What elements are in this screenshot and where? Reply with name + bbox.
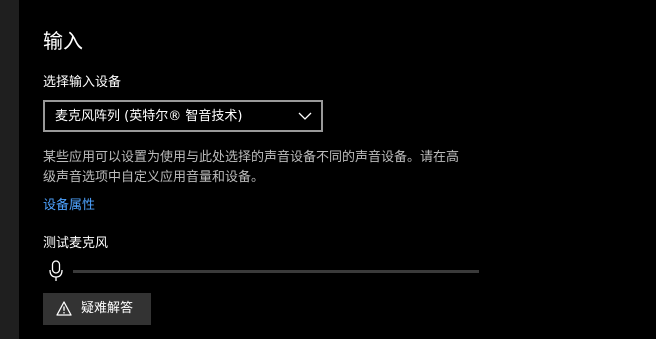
warning-icon xyxy=(56,301,72,316)
description-line-1: 某些应用可以设置为使用与此处选择的声音设备不同的声音设备。请在高 xyxy=(43,150,460,165)
test-microphone-label: 测试麦克风 xyxy=(43,236,109,251)
troubleshoot-label: 疑难解答 xyxy=(81,301,134,316)
input-device-selected-value: 麦克风阵列 (英特尔® 智音技术) xyxy=(55,109,243,124)
troubleshoot-button[interactable]: 疑难解答 xyxy=(43,293,151,325)
chevron-down-icon xyxy=(298,112,312,120)
navigation-pane-edge xyxy=(0,0,19,339)
section-title: 输入 xyxy=(43,29,83,53)
input-device-label: 选择输入设备 xyxy=(43,75,122,90)
device-properties-link[interactable]: 设备属性 xyxy=(43,197,95,215)
input-device-dropdown[interactable]: 麦克风阵列 (英特尔® 智音技术) xyxy=(43,100,323,132)
settings-window: 输入 选择输入设备 麦克风阵列 (英特尔® 智音技术) 某些应用可以设置为使用与… xyxy=(0,0,656,339)
input-settings-section: 输入 选择输入设备 麦克风阵列 (英特尔® 智音技术) 某些应用可以设置为使用与… xyxy=(43,0,656,339)
microphone-level-meter xyxy=(73,270,479,273)
microphone-icon xyxy=(49,260,63,281)
description-line-2: 级声音选项中自定义应用音量和设备。 xyxy=(43,170,265,185)
input-device-description: 某些应用可以设置为使用与此处选择的声音设备不同的声音设备。请在高 级声音选项中自… xyxy=(43,148,505,188)
